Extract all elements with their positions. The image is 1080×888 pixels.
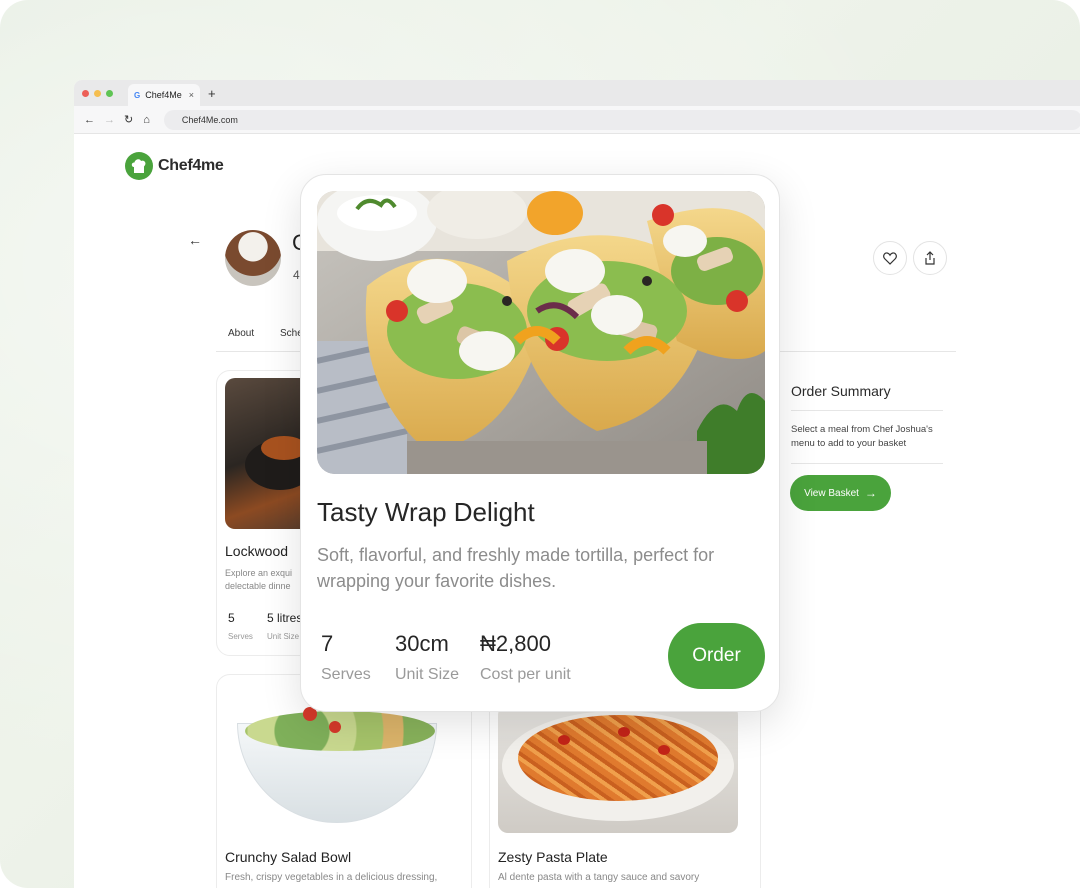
reload-icon[interactable]: ↻	[124, 113, 133, 126]
url-field[interactable]: Chef4Me.com	[163, 109, 1080, 130]
order-button-label: Order	[692, 645, 741, 666]
tab-close-icon[interactable]: ×	[189, 90, 194, 100]
tab-about[interactable]: About	[228, 328, 254, 339]
serves-value: 5	[228, 611, 235, 625]
menu-card-title: Crunchy Salad Bowl	[225, 849, 352, 865]
unit-size-label: Unit Size	[267, 632, 300, 641]
cost-label: Cost per unit	[480, 666, 571, 683]
menu-card-image	[498, 705, 738, 833]
brand-logo[interactable]: Chef4me	[125, 152, 224, 180]
menu-card-description: Al dente pasta with a tangy sauce and sa…	[498, 872, 700, 883]
favorite-button[interactable]	[873, 241, 907, 275]
minimize-window-dot[interactable]	[94, 89, 101, 97]
close-window-dot[interactable]	[82, 89, 89, 97]
meal-image	[317, 191, 765, 474]
address-bar: ← → ↻ ⌂ Chef4Me.com	[74, 106, 1080, 134]
tab-title: Chef4Me	[145, 90, 182, 100]
serves-value: 7	[321, 631, 334, 656]
share-button[interactable]	[913, 241, 947, 275]
chef-hat-icon	[125, 152, 153, 180]
back-arrow-icon[interactable]: ←	[188, 232, 202, 248]
divider	[791, 410, 943, 411]
menu-card-title: Zesty Pasta Plate	[498, 849, 608, 865]
google-favicon-icon: G	[134, 90, 141, 100]
heart-icon	[883, 251, 897, 265]
serves-label: Serves	[321, 666, 371, 683]
menu-card-image	[225, 705, 465, 835]
unit-size-value: 5 litres	[267, 611, 303, 625]
brand-name: Chef4me	[158, 157, 224, 174]
share-icon	[925, 251, 935, 265]
chef-meta: 4	[293, 268, 300, 282]
back-icon[interactable]: ←	[84, 114, 95, 126]
menu-card-description: Fresh, crispy vegetables in a delicious …	[225, 872, 438, 883]
meal-photo	[317, 191, 765, 474]
order-summary-text: Select a meal from Chef Joshua's menu to…	[791, 424, 933, 449]
view-basket-label: View Basket	[804, 487, 859, 499]
meal-description: Soft, flavorful, and freshly made tortil…	[317, 545, 715, 591]
browser-tab[interactable]: G Chef4Me ×	[128, 84, 200, 106]
unit-size-value: 30cm	[395, 631, 449, 656]
meal-title: Tasty Wrap Delight	[317, 497, 535, 527]
browser-tabbar: G Chef4Me × +	[74, 80, 1080, 106]
forward-icon[interactable]: →	[104, 114, 115, 126]
serves-label: Serves	[228, 632, 253, 641]
unit-size-label: Unit Size	[395, 666, 460, 683]
order-button[interactable]: Order	[668, 623, 765, 689]
cost-value: ₦2,800	[480, 631, 551, 656]
avatar	[225, 230, 281, 286]
new-tab-button[interactable]: +	[208, 86, 216, 101]
home-icon[interactable]: ⌂	[143, 114, 150, 126]
maximize-window-dot[interactable]	[106, 89, 113, 97]
order-summary-title: Order Summary	[791, 383, 891, 399]
menu-card-description: Explore an exqui delectable dinne	[225, 568, 293, 591]
arrow-right-icon: →	[864, 486, 877, 500]
divider	[791, 463, 943, 464]
menu-card-title: Lockwood	[225, 543, 289, 559]
meal-detail-modal: Tasty Wrap Delight Soft, flavorful, and …	[300, 174, 780, 712]
view-basket-button[interactable]: View Basket →	[790, 475, 891, 511]
